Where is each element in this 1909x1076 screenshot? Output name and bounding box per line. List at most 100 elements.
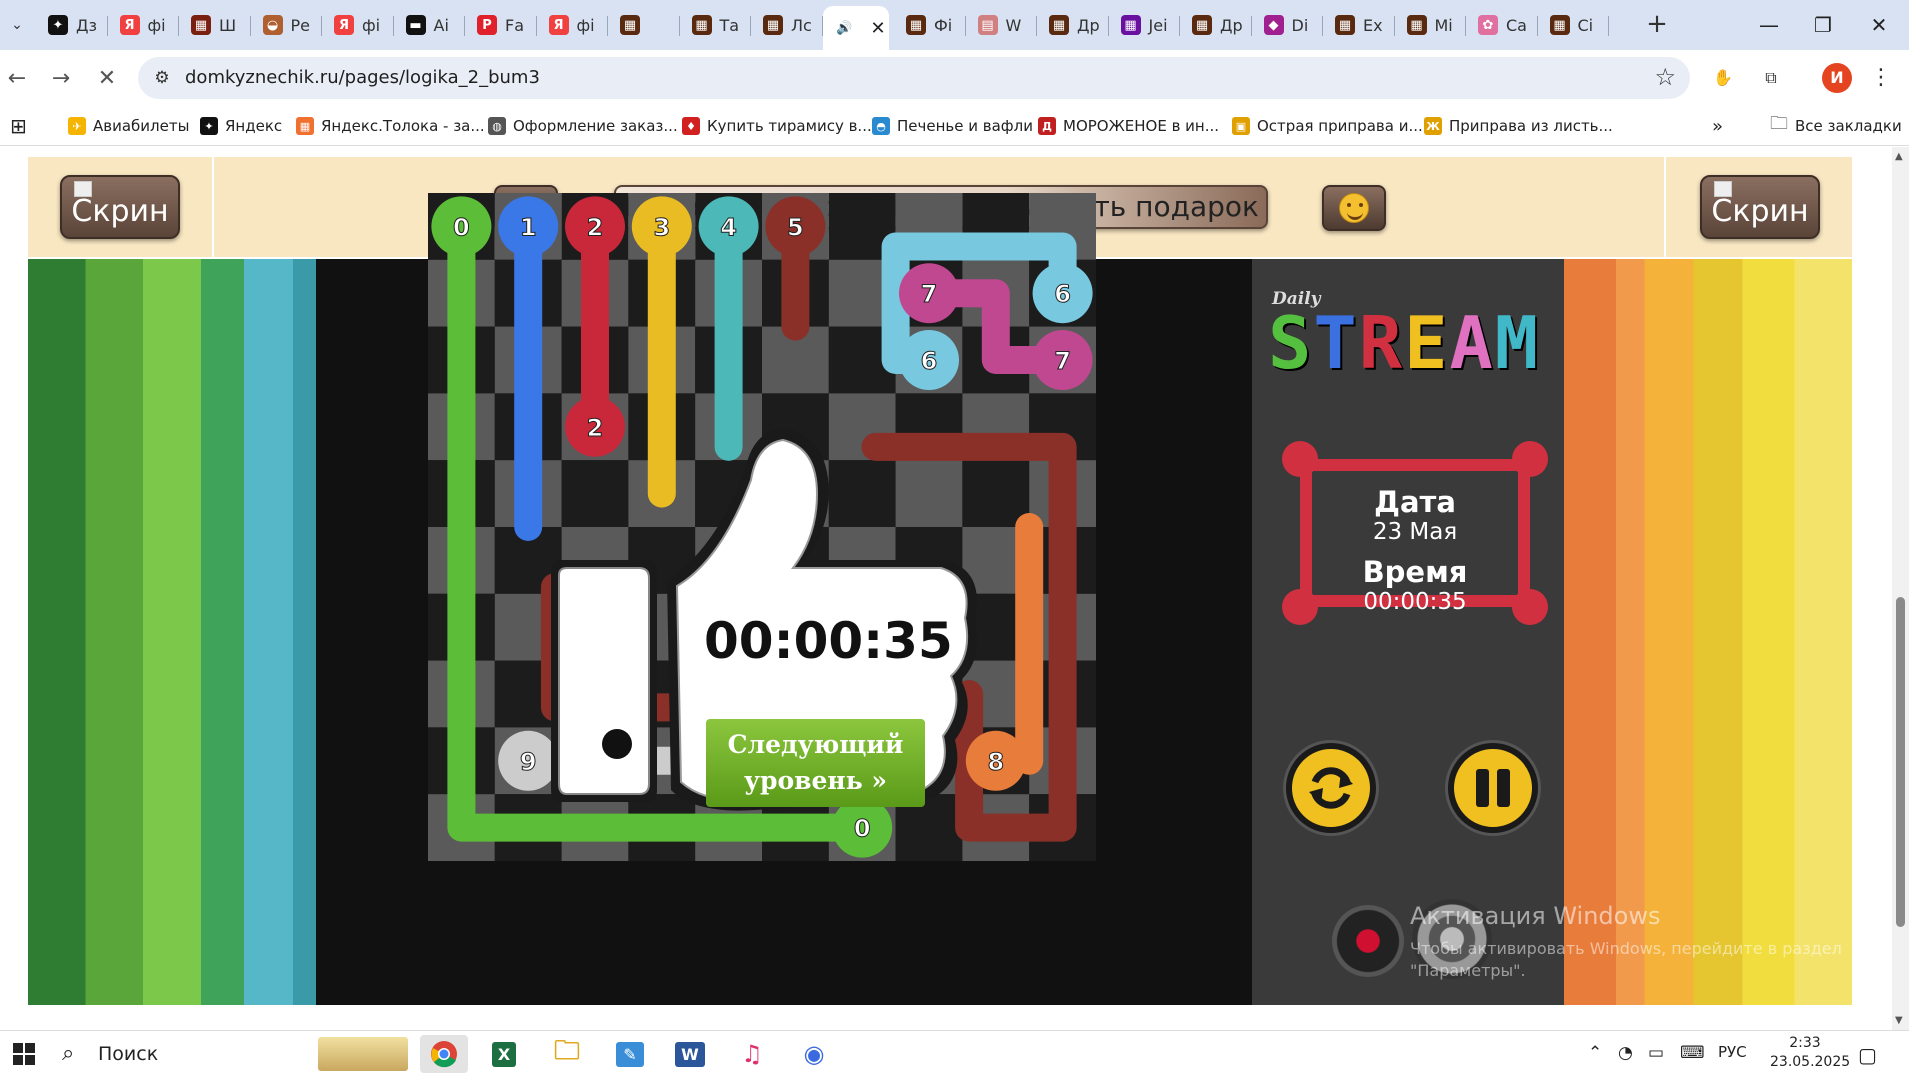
browser-tab[interactable]: P Fа xyxy=(465,6,537,44)
tab-label: фі xyxy=(576,15,595,35)
windows-start-button[interactable] xyxy=(0,1031,48,1076)
word-icon: W xyxy=(675,1041,705,1067)
taskbar-explorer[interactable]: 🗀 xyxy=(543,1035,591,1073)
bookmark-item[interactable]: ◍ Оформление заказ... xyxy=(488,114,678,138)
promo-divider-right xyxy=(1664,157,1666,257)
browser-tab[interactable]: ▬ Аі xyxy=(394,6,465,44)
browser-tab[interactable]: ▦ xyxy=(608,6,680,44)
browser-tab[interactable]: ◒ Ре xyxy=(251,6,322,44)
browser-tab[interactable]: ▦ Jeі xyxy=(1109,6,1180,44)
browser-tab[interactable]: ▦ Лс xyxy=(751,6,823,44)
taskbar-word[interactable]: W xyxy=(666,1035,714,1073)
browser-tab[interactable]: Яфі xyxy=(108,6,179,44)
bookmark-label: Печенье и вафли xyxy=(897,117,1033,135)
browser-tab[interactable]: ✦ Дз xyxy=(36,6,108,44)
browser-tab[interactable]: ▦ Др xyxy=(1037,6,1109,44)
bookmark-item[interactable]: Ж Приправа из листь... xyxy=(1424,114,1613,138)
address-bar[interactable]: ⚙ domkyznechik.ru/pages/logika_2_bum3 ☆ xyxy=(138,57,1690,99)
record-button[interactable] xyxy=(1332,905,1404,977)
language-indicator[interactable]: РУС xyxy=(1718,1043,1747,1061)
url-text[interactable]: domkyznechik.ru/pages/logika_2_bum3 xyxy=(185,67,540,88)
tab-label: фі xyxy=(362,15,381,35)
clock-date: 23.05.2025 xyxy=(1770,1054,1851,1070)
notifications-icon[interactable]: ▢ xyxy=(1858,1043,1877,1067)
panel-corner-dot xyxy=(1512,441,1548,477)
scroll-down-icon[interactable]: ▼ xyxy=(1895,1015,1903,1026)
folder-icon: 🗀 xyxy=(1770,113,1788,134)
keyboard-icon[interactable]: ⌨ xyxy=(1680,1043,1705,1063)
taskbar-music[interactable]: ♫ xyxy=(728,1035,776,1073)
back-arrow-icon[interactable]: ← xyxy=(0,62,34,96)
new-tab-button[interactable]: + xyxy=(1640,8,1674,42)
broken-image-icon xyxy=(74,181,92,197)
bookmark-item[interactable]: ✈ Авиабилеты xyxy=(68,114,189,138)
tab-label: фі xyxy=(147,15,166,35)
bookmark-label: Купить тирамису в... xyxy=(707,117,872,135)
tab-close-icon[interactable]: ✕ xyxy=(871,18,886,39)
bookmark-favicon-icon: ✈ xyxy=(68,117,86,135)
bookmark-item[interactable]: ▦ Яндекс.Толока - за... xyxy=(296,114,485,138)
browser-tab[interactable]: ▦ Та xyxy=(680,6,751,44)
tab-favicon-icon: Я xyxy=(119,15,140,35)
scroll-up-icon[interactable]: ▲ xyxy=(1895,151,1903,162)
stop-loading-icon[interactable]: ✕ xyxy=(90,62,124,96)
bookmark-item[interactable]: ✦ Яндекс xyxy=(200,114,282,138)
all-bookmarks-folder[interactable]: 🗀 Все закладки xyxy=(1770,113,1902,138)
tray-clock[interactable]: 2:33 23.05.2025 xyxy=(1770,1034,1851,1072)
tab-favicon-icon: ▦ xyxy=(763,15,783,35)
bookmarks-overflow-icon[interactable]: » xyxy=(1712,114,1723,138)
taskbar-excel[interactable]: X xyxy=(480,1035,528,1073)
menu-kebab-icon[interactable]: ⋮ xyxy=(1866,63,1896,93)
profile-avatar[interactable]: И xyxy=(1822,63,1852,93)
adblock-extension-icon[interactable]: ✋ xyxy=(1708,63,1738,93)
forward-arrow-icon[interactable]: → xyxy=(44,62,78,96)
battery-icon[interactable]: ▭ xyxy=(1648,1043,1664,1063)
wood-panel-right xyxy=(1564,259,1852,1005)
bookmark-item[interactable]: ♦ Купить тирамису в... xyxy=(682,114,872,138)
tab-favicon-icon: ▦ xyxy=(1192,15,1212,35)
site-settings-icon[interactable]: ⚙ xyxy=(150,66,174,90)
date-label: Дата xyxy=(1374,485,1456,519)
tab-search-chevron-icon[interactable]: ⌄ xyxy=(4,12,30,38)
browser-tab[interactable]: ▦ Сі xyxy=(1538,6,1609,44)
tray-overflow-icon[interactable]: ⌃ xyxy=(1588,1043,1602,1063)
bookmark-item[interactable]: ▣ Острая приправа и... xyxy=(1232,114,1423,138)
endpoint-number: 3 xyxy=(653,213,670,241)
browser-tab[interactable]: ▦ Мі xyxy=(1395,6,1466,44)
wood-panel-left xyxy=(28,259,316,1005)
restore-icon[interactable]: ❐ xyxy=(1796,6,1850,44)
apps-grid-icon[interactable]: ⊞ xyxy=(10,114,27,138)
smile-button-right[interactable] xyxy=(1322,185,1386,231)
browser-tab[interactable]: ▤ W xyxy=(966,6,1037,44)
minimize-icon[interactable]: — xyxy=(1742,6,1796,44)
browser-tab[interactable]: ▦ Ех xyxy=(1323,6,1395,44)
tab-favicon-icon: 🔊 xyxy=(836,20,853,36)
browser-tab[interactable]: ▦ Фі xyxy=(894,6,966,44)
restart-button[interactable] xyxy=(1286,743,1376,833)
network-icon[interactable]: ◔ xyxy=(1618,1043,1633,1063)
taskbar-paint[interactable]: ✎ xyxy=(606,1035,654,1073)
close-window-icon[interactable]: ✕ xyxy=(1852,6,1906,44)
browser-tab[interactable]: ✿ Са xyxy=(1466,6,1538,44)
tab-label: Аі xyxy=(433,15,449,35)
taskbar-chrome[interactable] xyxy=(420,1035,468,1073)
extensions-puzzle-icon[interactable]: ⧉ xyxy=(1756,63,1786,93)
next-level-button[interactable]: Следующий уровень » xyxy=(706,719,925,807)
screenshot-button-right[interactable]: Скрин xyxy=(1700,175,1820,239)
page-scrollbar[interactable]: ▲ ▼ xyxy=(1892,147,1909,1030)
browser-tab[interactable]: ▦ Ш xyxy=(179,6,251,44)
browser-tab[interactable]: Яфі xyxy=(537,6,608,44)
screenshot-button-left[interactable]: Скрин xyxy=(60,175,180,239)
browser-tab[interactable]: ◆ Di xyxy=(1252,6,1323,44)
browser-tab[interactable]: ▦ Др xyxy=(1180,6,1252,44)
scrollbar-thumb[interactable] xyxy=(1896,597,1905,927)
taskbar-search[interactable]: ⌕ Поиск xyxy=(48,1031,418,1076)
bookmark-star-icon[interactable]: ☆ xyxy=(1654,63,1676,91)
bookmark-item[interactable]: ◓ Печенье и вафли xyxy=(872,114,1033,138)
browser-tab[interactable]: Яфі xyxy=(322,6,394,44)
pause-button[interactable] xyxy=(1448,743,1538,833)
taskbar-app-circle[interactable]: ◉ xyxy=(790,1035,838,1073)
endpoint-number: 0 xyxy=(453,213,470,241)
browser-tab[interactable]: 🔊 ✕ xyxy=(822,6,889,50)
bookmark-item[interactable]: Д МОРОЖЕНОЕ в ин... xyxy=(1038,114,1219,138)
